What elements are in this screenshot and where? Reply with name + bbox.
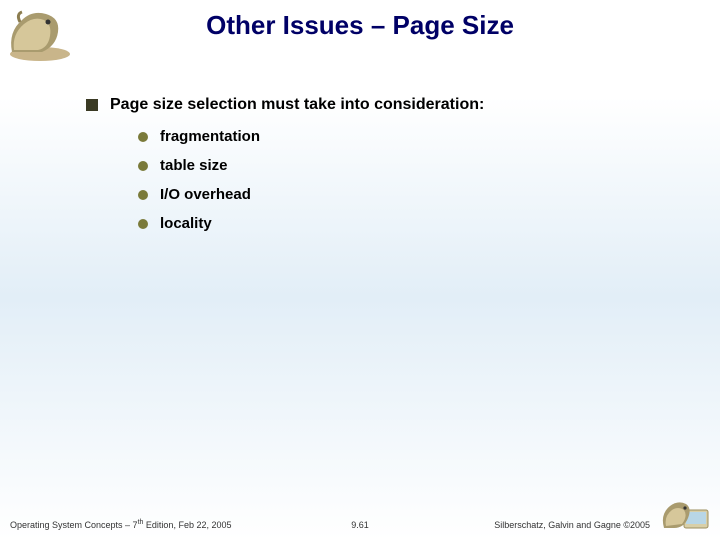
bullet-level1: Page size selection must take into consi… — [86, 96, 680, 114]
item-text: locality — [160, 215, 212, 232]
circle-bullet-icon — [138, 132, 148, 142]
item-text: table size — [160, 157, 228, 174]
lead-text: Page size selection must take into consi… — [110, 96, 484, 114]
bullet-level2: fragmentation — [138, 128, 680, 145]
slide-title: Other Issues – Page Size — [0, 10, 720, 41]
slide-footer: Operating System Concepts – 7th Edition,… — [0, 512, 720, 530]
square-bullet-icon — [86, 99, 98, 111]
slide-content: Page size selection must take into consi… — [86, 96, 680, 244]
circle-bullet-icon — [138, 161, 148, 171]
sub-bullets: fragmentation table size I/O overhead lo… — [138, 128, 680, 232]
bullet-level2: I/O overhead — [138, 186, 680, 203]
footer-copyright: Silberschatz, Galvin and Gagne ©2005 — [494, 520, 650, 530]
item-text: fragmentation — [160, 128, 260, 145]
bullet-level2: locality — [138, 215, 680, 232]
item-text: I/O overhead — [160, 186, 251, 203]
slide: Other Issues – Page Size Page size selec… — [0, 0, 720, 540]
bullet-level2: table size — [138, 157, 680, 174]
circle-bullet-icon — [138, 190, 148, 200]
circle-bullet-icon — [138, 219, 148, 229]
